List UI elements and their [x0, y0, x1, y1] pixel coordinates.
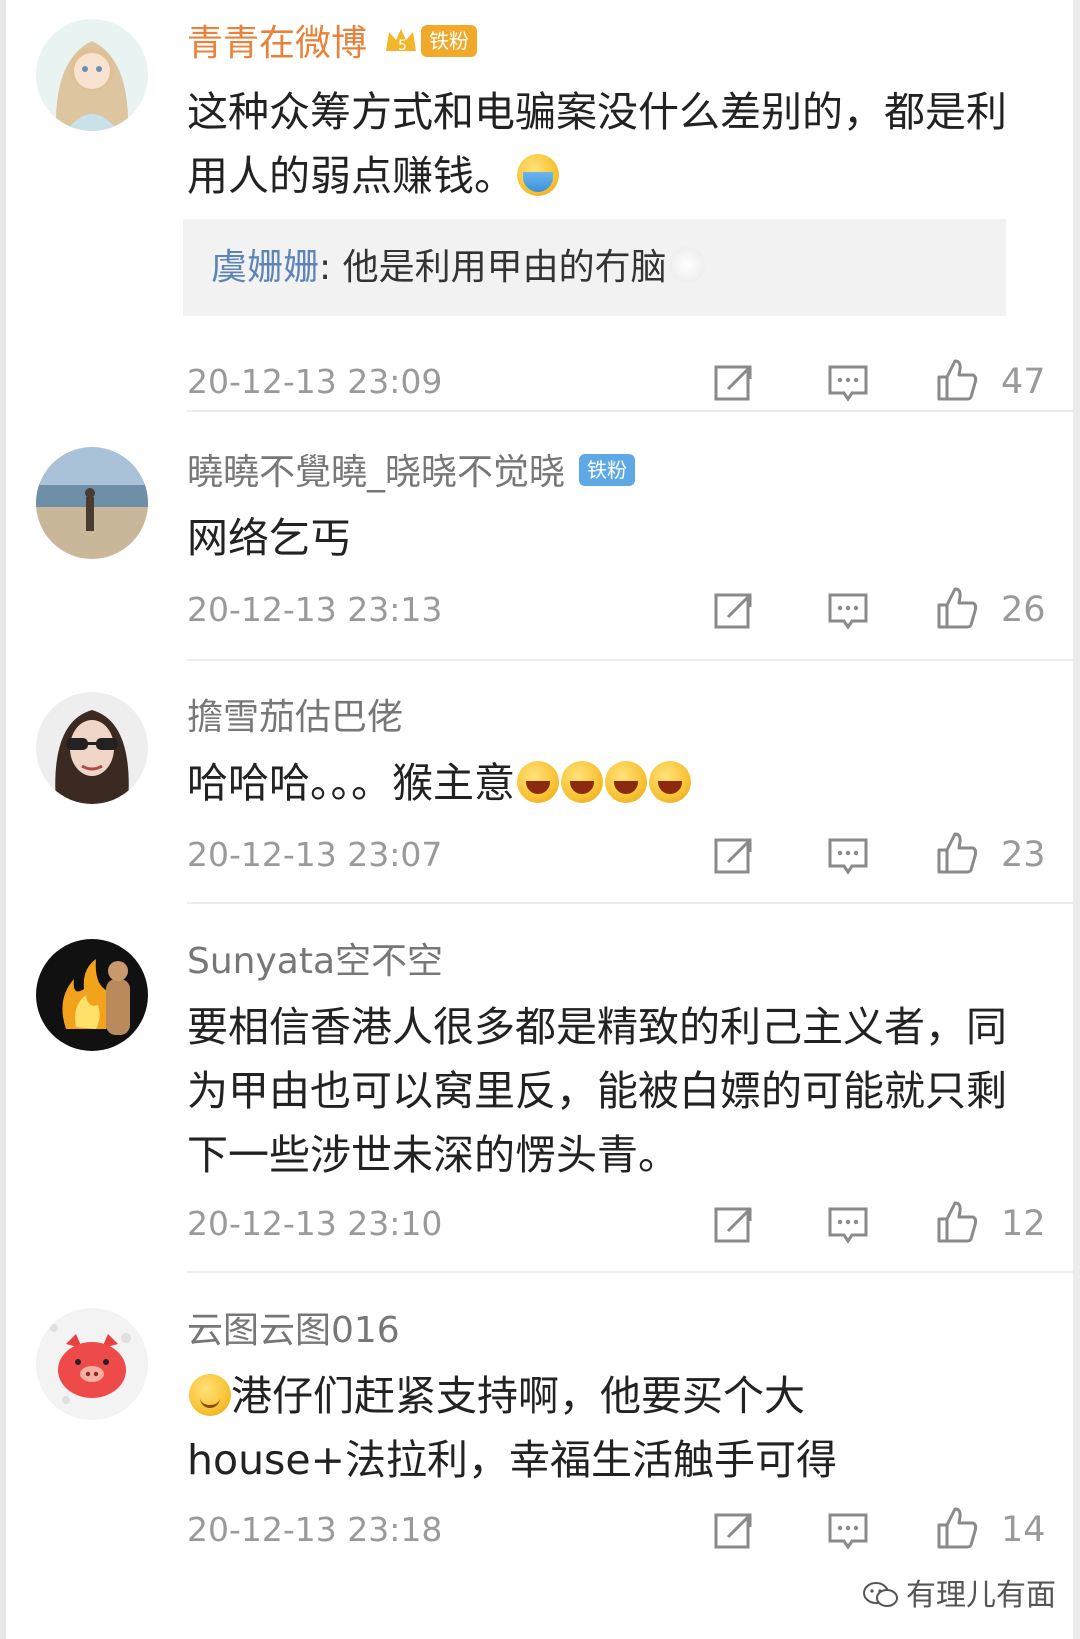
timestamp: 20-12-13 23:09	[187, 362, 443, 401]
divider	[187, 410, 1073, 412]
thumbs-up-icon[interactable]	[935, 1199, 979, 1243]
divider	[187, 659, 1073, 661]
share-icon[interactable]	[712, 1203, 756, 1247]
comment-meta: 20-12-13 23:07 23	[0, 830, 1080, 880]
comment-text-content: 这种众筹方式和电骗案没什么差别的，都是利用人的弱点赚钱。	[187, 88, 1007, 200]
share-icon[interactable]	[712, 589, 756, 633]
comment-text: 这种众筹方式和电骗案没什么差别的，都是利用人的弱点赚钱。	[187, 80, 1047, 208]
comment-text-content: 要相信香港人很多都是精致的利己主义者，同为甲由也可以窝里反，能被白嫖的可能就只剩…	[187, 1003, 1007, 1179]
user-avatar[interactable]	[36, 19, 148, 131]
timestamp: 20-12-13 23:07	[187, 835, 443, 874]
divider	[187, 902, 1073, 904]
divider	[187, 1271, 1073, 1273]
thumbs-up-icon[interactable]	[935, 585, 979, 629]
right-edge	[1073, 0, 1080, 1639]
share-icon[interactable]	[712, 1509, 756, 1553]
reply-author[interactable]: 虞姗姗	[211, 247, 319, 288]
username-text[interactable]: 曉曉不覺曉_晓晓不觉晓	[187, 452, 565, 493]
username-text[interactable]: 云图云图016	[187, 1310, 400, 1351]
user-avatar[interactable]	[36, 692, 148, 804]
comment-icon[interactable]	[826, 589, 870, 633]
user-avatar[interactable]	[36, 939, 148, 1051]
user-avatar[interactable]	[36, 1308, 148, 1420]
thumbs-up-icon[interactable]	[935, 830, 979, 874]
reply-separator: :	[319, 247, 343, 288]
thumbs-up-icon[interactable]	[935, 357, 979, 401]
username-text[interactable]: Sunyata空不空	[187, 941, 443, 982]
username[interactable]: Sunyata空不空	[187, 940, 443, 984]
comment-text-content: 网络乞丐	[187, 514, 351, 562]
laughing-emoji-icon	[561, 761, 603, 803]
svg-text:5: 5	[398, 38, 407, 54]
fan-badge: 铁粉	[421, 25, 478, 57]
timestamp: 20-12-13 23:10	[187, 1204, 443, 1243]
comment-meta: 20-12-13 23:18 14	[0, 1505, 1080, 1555]
comment-text: 网络乞丐	[187, 506, 1047, 570]
username[interactable]: 擔雪茄估巴佬	[187, 696, 403, 740]
comment-text: 港仔们赶紧支持啊，他要买个大house+法拉利，幸福生活触手可得	[187, 1364, 887, 1492]
comment-meta: 20-12-13 23:09 47	[0, 357, 1080, 407]
comment-icon[interactable]	[826, 834, 870, 878]
laughing-emoji-icon	[649, 761, 691, 803]
like-count: 14	[1001, 1510, 1046, 1550]
like-count: 23	[1001, 835, 1046, 875]
wechat-icon	[863, 1581, 898, 1607]
panda-emoji-icon	[668, 247, 705, 283]
comment-text-content: 港仔们赶紧支持啊，他要买个大house+法拉利，幸福生活触手可得	[187, 1372, 837, 1484]
watermark: 有理儿有面	[862, 1576, 1060, 1616]
username[interactable]: 云图云图016	[187, 1309, 400, 1353]
username-text[interactable]: 青青在微博	[187, 23, 367, 64]
username[interactable]: 青青在微博 5 铁粉	[187, 22, 478, 66]
comment-text: 哈哈哈。。。猴主意	[187, 751, 1047, 815]
comment-icon[interactable]	[826, 1203, 870, 1247]
reply-preview[interactable]: 虞姗姗: 他是利用甲由的冇脑	[183, 219, 1006, 316]
thumbs-up-icon[interactable]	[935, 1505, 979, 1549]
username[interactable]: 曉曉不覺曉_晓晓不觉晓 铁粉	[187, 451, 636, 495]
reply-text: 他是利用甲由的冇脑	[342, 247, 667, 288]
username-text[interactable]: 擔雪茄估巴佬	[187, 697, 403, 738]
like-count: 26	[1001, 590, 1046, 630]
like-count: 12	[1001, 1204, 1046, 1244]
share-icon[interactable]	[712, 361, 756, 405]
comment-icon[interactable]	[826, 361, 870, 405]
watermark-text: 有理儿有面	[906, 1578, 1056, 1613]
fan-badge: 铁粉	[579, 454, 636, 486]
timestamp: 20-12-13 23:18	[187, 1510, 443, 1549]
share-icon[interactable]	[712, 834, 756, 878]
left-edge	[0, 0, 6, 1639]
laughing-emoji-icon	[605, 761, 647, 803]
comment-meta: 20-12-13 23:10 12	[0, 1199, 1080, 1249]
laughing-emoji-icon	[517, 761, 559, 803]
comment-icon[interactable]	[826, 1509, 870, 1553]
comment-text-content: 哈哈哈。。。猴主意	[187, 759, 515, 807]
smiling-emoji-icon	[189, 1374, 231, 1416]
timestamp: 20-12-13 23:13	[187, 590, 443, 629]
user-avatar[interactable]	[36, 447, 148, 559]
comment-meta: 20-12-13 23:13 26	[0, 585, 1080, 635]
like-count: 47	[1001, 362, 1046, 402]
crying-emoji-icon	[517, 154, 559, 196]
comment-text: 要相信香港人很多都是精致的利己主义者，同为甲由也可以窝里反，能被白嫖的可能就只剩…	[187, 995, 1047, 1187]
crown-icon: 5	[386, 29, 417, 54]
